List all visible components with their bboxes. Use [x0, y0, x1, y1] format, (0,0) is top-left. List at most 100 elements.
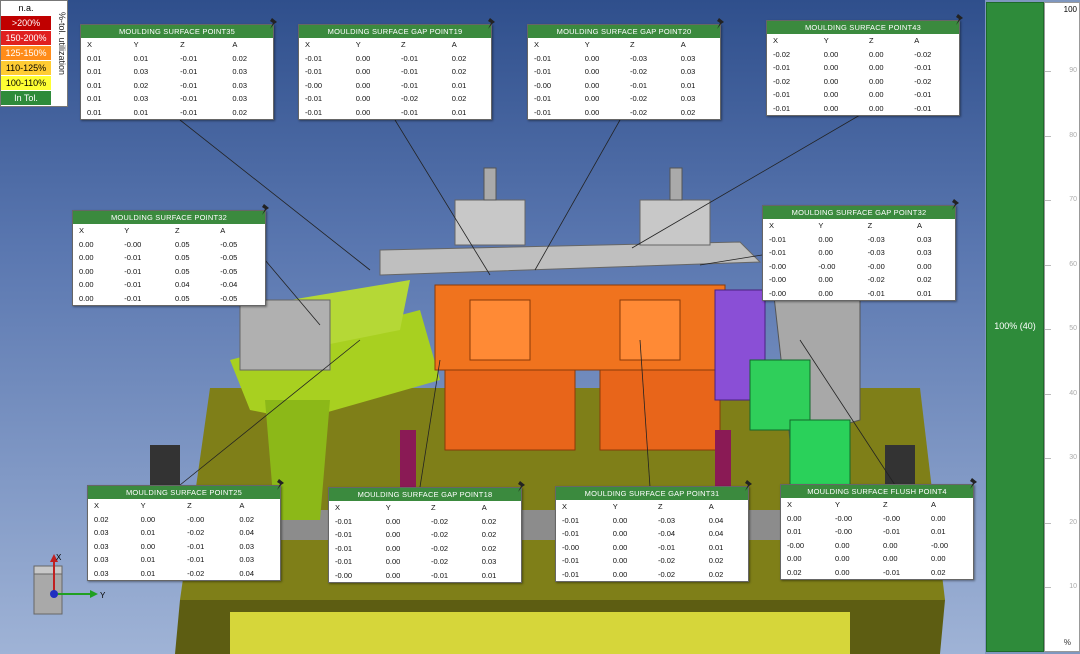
pin-icon[interactable] — [716, 18, 726, 30]
pin-icon[interactable] — [955, 14, 965, 26]
table-cell: 0.00 — [140, 541, 156, 551]
table-cell: 0.02 — [232, 53, 247, 63]
measurement-panel[interactable]: MOULDING SURFACE POINT25 X Y Z A 0.02 0.00 -0.0… — [87, 479, 284, 581]
3d-viewport[interactable]: n.a. >200% 150-200% 125-150% 110-125% 100-110… — [0, 0, 985, 654]
pin-icon[interactable] — [261, 204, 271, 216]
table-row: -0.01 0.00 -0.01 0.01 — [299, 106, 491, 120]
pin-icon[interactable] — [269, 18, 279, 30]
table-cell: -0.02 — [629, 107, 648, 117]
table-cell: -0.00 — [124, 239, 142, 249]
column-header: Y — [385, 503, 391, 512]
table-cell: 0.00 — [835, 540, 850, 550]
table-row: -0.01 0.00 -0.03 0.03 — [528, 52, 720, 66]
scale-tick-label: 60 — [1069, 260, 1077, 268]
table-cell: 0.00 — [916, 261, 932, 271]
table-cell: 0.00 — [818, 234, 833, 244]
measurement-panel[interactable]: MOULDING SURFACE GAP POINT20 X Y Z A -0.01 0.0… — [527, 18, 724, 120]
table-cell: 0.00 — [823, 76, 839, 86]
table-cell: -0.01 — [124, 253, 142, 262]
panel-title: MOULDING SURFACE POINT35 — [81, 25, 273, 38]
column-header: X — [335, 503, 341, 512]
table-cell: 0.00 — [584, 67, 600, 76]
scale-tick-line — [1045, 264, 1051, 266]
pin-icon[interactable] — [487, 18, 497, 30]
pin-icon[interactable] — [969, 478, 979, 490]
table-cell: 0.00 — [584, 53, 600, 63]
measurement-panel[interactable]: MOULDING SURFACE POINT32 X Y Z A 0.00 -0.00 0.0… — [72, 204, 269, 306]
measurement-panel[interactable]: MOULDING SURFACE GAP POINT32 X Y Z A -0.01 0.0… — [762, 199, 959, 301]
table-cell: 0.03 — [239, 555, 254, 564]
table-cell: 0.03 — [680, 94, 696, 103]
scale-tick-label: 80 — [1069, 131, 1077, 139]
column-header: A — [239, 501, 245, 510]
table-cell: -0.01 — [562, 556, 580, 565]
measurement-panel[interactable]: MOULDING SURFACE POINT35 X Y Z A 0.01 0.01 -0.0… — [80, 18, 277, 120]
pin-icon[interactable] — [517, 481, 527, 493]
table-cell: 0.03 — [916, 234, 932, 244]
pin-icon[interactable] — [276, 479, 286, 491]
table-cell: 0.00 — [787, 513, 802, 523]
table-cell: 0.01 — [87, 53, 102, 63]
table-row: -0.01 0.00 -0.02 0.02 — [556, 554, 748, 568]
table-row: -0.00 0.00 -0.01 0.01 — [528, 79, 720, 93]
table-cell: 0.01 — [87, 107, 102, 117]
measurement-panel[interactable]: MOULDING SURFACE GAP POINT31 X Y Z A -0.01 0.0… — [555, 480, 752, 582]
table-cell: 0.00 — [612, 529, 628, 538]
measurement-panel[interactable]: MOULDING SURFACE POINT43 X Y Z A -0.02 0.00 0.0… — [766, 14, 963, 116]
table-cell: -0.01 — [562, 515, 580, 525]
triad-x-label: X — [56, 553, 62, 562]
column-header: X — [87, 40, 93, 49]
panel-title: MOULDING SURFACE GAP POINT19 — [299, 25, 491, 38]
table-cell: 0.04 — [239, 568, 254, 578]
column-header: Z — [867, 221, 873, 230]
measurement-panel[interactable]: MOULDING SURFACE FLUSH POINT4 X Y Z A 0.00 -0.… — [780, 478, 977, 580]
table-cell: 0.02 — [451, 94, 467, 103]
table-row: 0.03 0.01 -0.01 0.03 — [88, 553, 280, 567]
table-row: -0.02 0.00 0.00 -0.02 — [767, 48, 959, 62]
table-row: -0.01 0.00 -0.03 0.03 — [763, 246, 955, 260]
panel-table: X Y Z A -0.01 0.00 -0.01 0.02 -0.01 0.00 -0.01 0.02… — [299, 38, 491, 119]
table-cell: -0.01 — [335, 530, 353, 539]
scale-tick-label: 20 — [1069, 518, 1077, 526]
panel-title: MOULDING SURFACE POINT32 — [73, 211, 265, 224]
table-cell: 0.01 — [481, 570, 497, 580]
table-cell: 0.00 — [612, 556, 628, 565]
table-cell: -0.02 — [773, 49, 791, 59]
scale-tick-line — [1045, 71, 1051, 72]
table-cell: 0.01 — [140, 528, 156, 537]
panel-table: X Y Z A -0.02 0.00 0.00 -0.02 -0.01 0.00 0.00 -0.01… — [767, 34, 959, 115]
pin-icon[interactable] — [744, 480, 754, 492]
legend-item: 110-125% — [1, 61, 51, 76]
scale-tick-label: 70 — [1069, 196, 1077, 203]
table-cell: -0.02 — [430, 530, 449, 539]
pin-icon[interactable] — [951, 199, 961, 211]
table-row: 0.03 0.01 -0.02 0.04 — [88, 526, 280, 540]
table-cell: -0.00 — [769, 275, 787, 284]
table-cell: 0.00 — [385, 570, 401, 580]
table-cell: -0.01 — [187, 555, 205, 564]
table-cell: 0.02 — [708, 556, 724, 565]
table-cell: 0.00 — [868, 49, 884, 59]
table-cell: 0.01 — [931, 527, 946, 536]
scale-tick-label: 90 — [1069, 67, 1077, 74]
table-cell: -0.01 — [124, 280, 142, 289]
table-cell: -0.01 — [914, 63, 932, 72]
table-cell: 0.02 — [481, 530, 497, 539]
measurement-panel[interactable]: MOULDING SURFACE GAP POINT18 X Y Z A -0.01 0.0… — [328, 481, 525, 583]
measurement-panel[interactable]: MOULDING SURFACE GAP POINT19 X Y Z A -0.01 0.0… — [298, 18, 495, 120]
table-cell: 0.00 — [823, 103, 839, 113]
table-row: -0.00 0.00 -0.01 0.01 — [763, 287, 955, 301]
table-cell: 0.02 — [232, 107, 247, 117]
column-header: Y — [823, 36, 829, 45]
column-header: X — [94, 501, 100, 510]
table-row: -0.01 0.00 -0.04 0.04 — [556, 527, 748, 541]
table-row: -0.00 0.00 -0.01 0.01 — [329, 569, 521, 583]
table-row: -0.00 0.00 -0.01 0.01 — [299, 79, 491, 93]
table-cell: 0.02 — [787, 567, 802, 577]
table-row: 0.00 -0.00 -0.00 0.00 — [781, 512, 973, 526]
table-cell: 0.03 — [133, 67, 149, 76]
table-cell: -0.02 — [430, 516, 449, 526]
axis-triad: X Y — [33, 553, 106, 615]
table-cell: 0.00 — [355, 107, 371, 117]
table-row: 0.02 0.00 -0.00 0.02 — [88, 513, 280, 527]
